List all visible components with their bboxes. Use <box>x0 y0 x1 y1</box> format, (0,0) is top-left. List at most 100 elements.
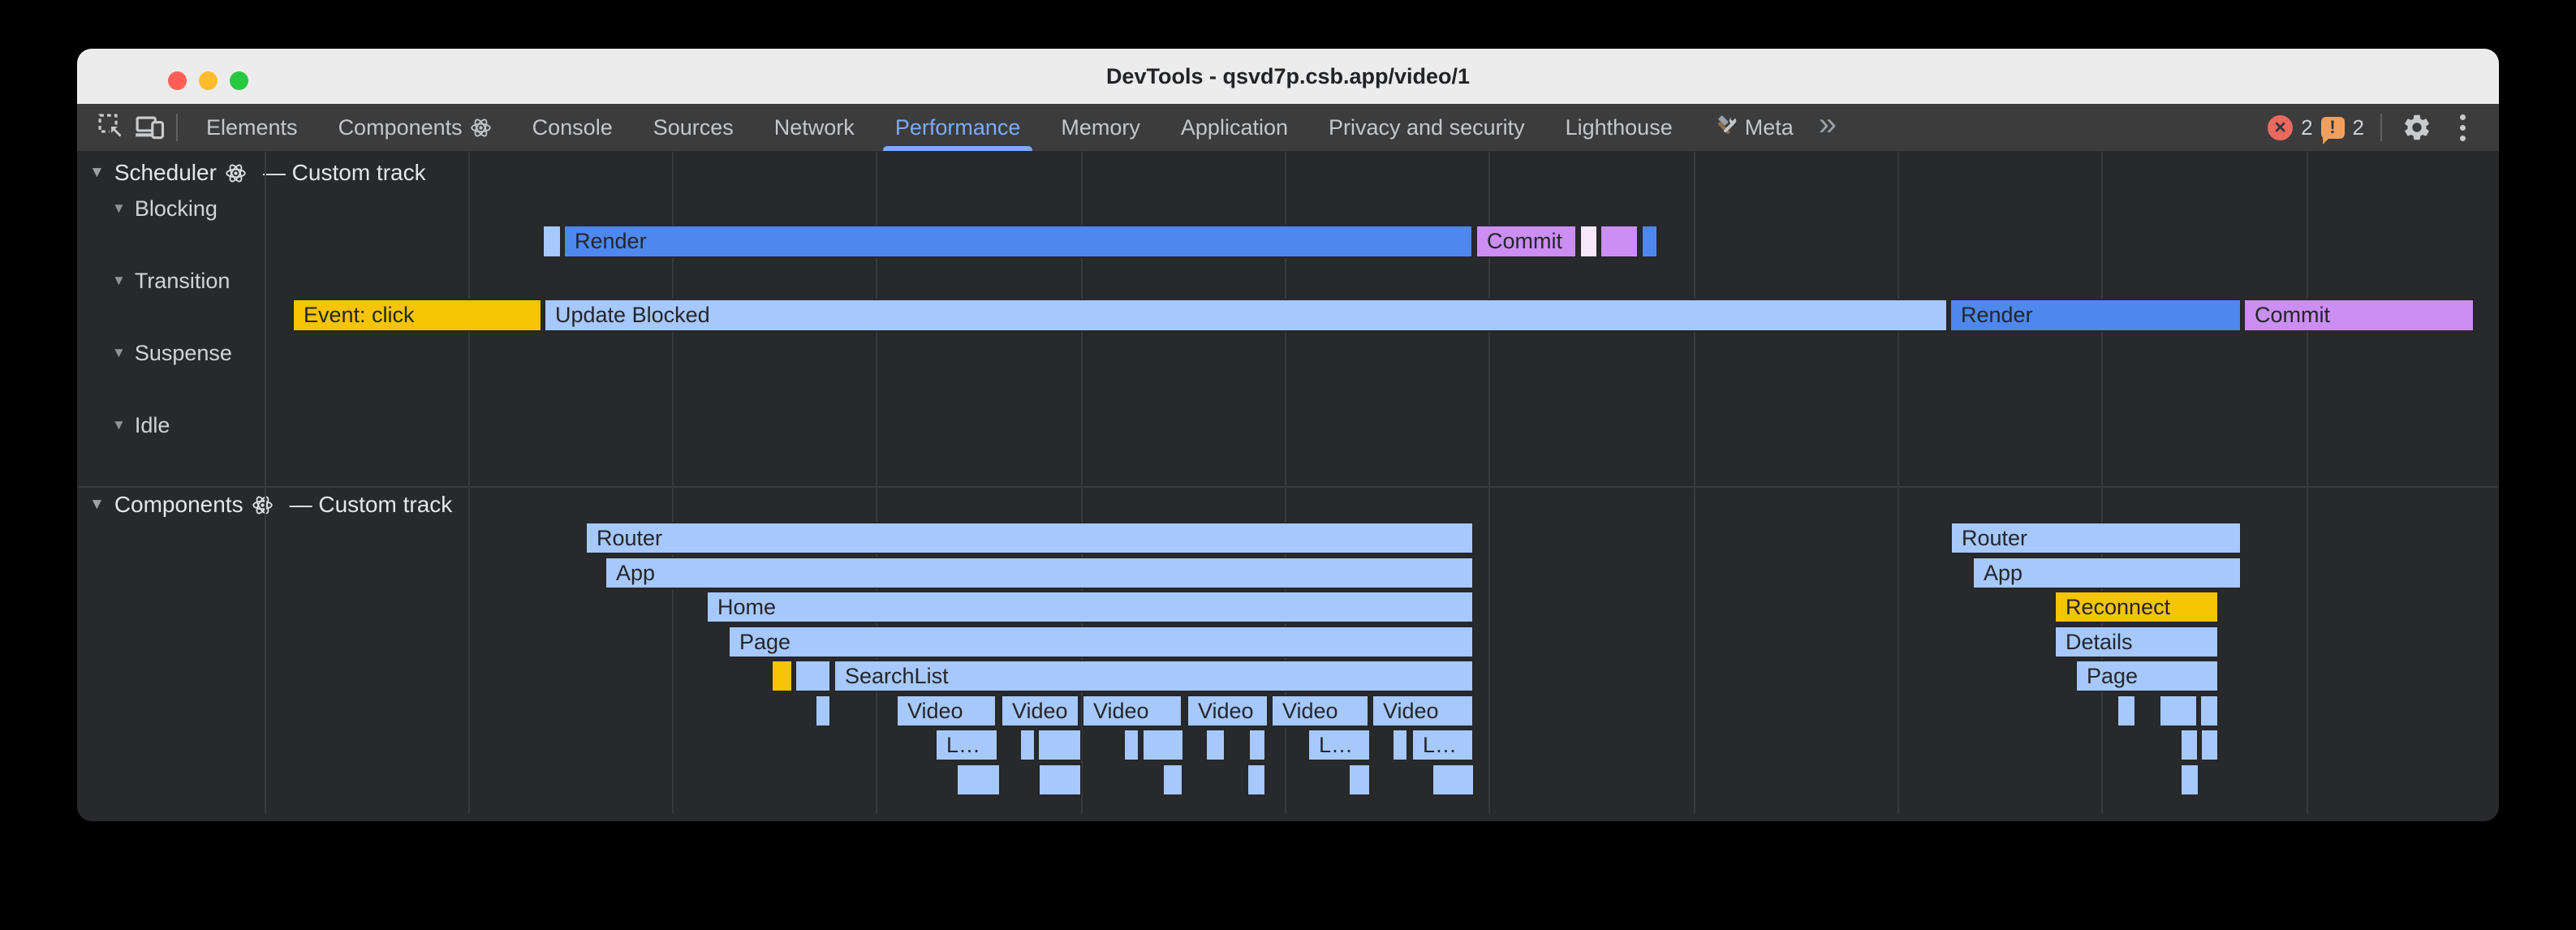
flame-bar[interactable] <box>1248 729 1266 761</box>
bar-l[interactable]: L… <box>935 729 998 761</box>
bar-commit[interactable]: Commit <box>1475 225 1577 258</box>
bar-label: Details <box>2056 630 2133 655</box>
flame-bar[interactable] <box>2199 695 2219 727</box>
flame-bar[interactable] <box>956 764 1001 796</box>
flame-bar[interactable] <box>1142 729 1184 761</box>
gridline <box>1694 152 1695 813</box>
bar-video[interactable]: Video <box>1082 695 1182 727</box>
bar-label: Render <box>1951 303 2033 328</box>
bar-searchlist[interactable]: SearchList <box>834 660 1474 692</box>
lane-label: Blocking <box>135 196 218 222</box>
flame-bar[interactable] <box>1579 225 1598 258</box>
bar-label: Event: click <box>294 303 415 328</box>
flame-bar[interactable] <box>795 660 831 692</box>
bar-label: L… <box>1309 733 1353 758</box>
bar-label: Video <box>1273 699 1338 724</box>
collapse-triangle-icon[interactable]: ▼ <box>112 200 126 217</box>
flame-bar[interactable] <box>2180 729 2199 761</box>
track-section-divider <box>78 486 2498 488</box>
flame-bar[interactable] <box>1348 764 1371 796</box>
bar-label: Reconnect <box>2056 595 2170 620</box>
bar-label: Page <box>730 630 790 655</box>
react-atom-icon <box>252 494 274 516</box>
bar-label: L… <box>1413 733 1457 758</box>
collapse-triangle-icon[interactable]: ▼ <box>112 345 126 361</box>
flame-bar[interactable] <box>1162 764 1183 796</box>
flame-bar[interactable] <box>1038 764 1082 796</box>
bar-render[interactable]: Render <box>563 225 1473 258</box>
bar-page[interactable]: Page <box>728 626 1474 658</box>
flame-bar[interactable] <box>1600 225 1639 258</box>
lane-label-idle[interactable]: ▼ Idle <box>112 412 170 438</box>
bar-event-click[interactable]: Event: click <box>292 299 542 332</box>
flame-bar[interactable] <box>1019 729 1036 761</box>
timeline-canvas: ▼ Scheduler — Custom track ▼ Components <box>77 49 2499 821</box>
collapse-triangle-icon[interactable]: ▼ <box>112 417 126 433</box>
lane-label-suspense[interactable]: ▼ Suspense <box>112 340 232 366</box>
collapse-triangle-icon[interactable]: ▼ <box>89 496 105 514</box>
bar-video[interactable]: Video <box>896 695 997 727</box>
bar-label: Video <box>1002 699 1068 724</box>
bar-label: Commit <box>2245 303 2330 328</box>
lane-label: Idle <box>135 413 170 438</box>
track-title: Scheduler <box>114 160 217 186</box>
bar-video[interactable]: Video <box>1372 695 1474 727</box>
bar-router[interactable]: Router <box>585 522 1474 554</box>
bar-label: App <box>1974 561 2022 586</box>
bar-page[interactable]: Page <box>2075 660 2219 692</box>
lane-label: Transition <box>135 269 230 294</box>
bar-home[interactable]: Home <box>706 591 1474 623</box>
bar-details[interactable]: Details <box>2054 626 2219 658</box>
bar-l[interactable]: L… <box>1411 729 1474 761</box>
flame-bar[interactable] <box>1205 729 1226 761</box>
track-title: Components <box>114 492 243 518</box>
gridline <box>265 152 266 813</box>
flame-bar[interactable] <box>2159 695 2198 727</box>
bar-reconnect[interactable]: Reconnect <box>2054 591 2219 623</box>
flame-bar[interactable] <box>2180 764 2199 796</box>
track-subtitle: — Custom track <box>290 492 453 518</box>
bar-label: Router <box>1952 526 2027 551</box>
bar-label: Page <box>2077 664 2138 689</box>
bar-label: SearchList <box>835 664 949 689</box>
bar-router[interactable]: Router <box>1950 522 2242 554</box>
bar-label: Video <box>898 699 963 724</box>
collapse-triangle-icon[interactable]: ▼ <box>112 273 126 289</box>
flame-bar[interactable] <box>2117 695 2136 727</box>
flame-bar[interactable] <box>1123 729 1139 761</box>
bar-update-blocked[interactable]: Update Blocked <box>544 299 1948 332</box>
flame-bar[interactable] <box>1247 764 1266 796</box>
flame-bar[interactable] <box>2200 729 2219 761</box>
flame-bar[interactable] <box>771 660 793 692</box>
track-subtitle: — Custom track <box>263 160 426 186</box>
flame-bar[interactable] <box>1641 225 1658 258</box>
lane-label-blocking[interactable]: ▼ Blocking <box>112 196 218 222</box>
lane-label-transition[interactable]: ▼ Transition <box>112 268 230 294</box>
bar-video[interactable]: Video <box>1187 695 1269 727</box>
flame-bar[interactable] <box>1432 764 1475 796</box>
bar-label: L… <box>937 733 980 758</box>
bar-app[interactable]: App <box>605 557 1474 589</box>
flame-bar[interactable] <box>542 225 562 258</box>
bar-label: Render <box>565 229 647 254</box>
flame-bar[interactable] <box>1037 729 1082 761</box>
bar-label: Commit <box>1477 229 1562 254</box>
bar-label: Video <box>1188 699 1254 724</box>
bar-label: Video <box>1373 699 1439 724</box>
react-atom-icon <box>225 162 247 184</box>
bar-video[interactable]: Video <box>1001 695 1079 727</box>
components-track-header[interactable]: ▼ Components — Custom track <box>89 491 452 519</box>
bar-app[interactable]: App <box>1972 557 2242 589</box>
flame-bar[interactable] <box>1392 729 1408 761</box>
bar-video[interactable]: Video <box>1271 695 1369 727</box>
lane-label: Suspense <box>135 341 232 366</box>
devtools-window: DevTools - qsvd7p.csb.app/video/1 Elemen… <box>77 49 2499 821</box>
gridline <box>2307 152 2308 813</box>
bar-render[interactable]: Render <box>1949 299 2242 332</box>
scheduler-track-header[interactable]: ▼ Scheduler — Custom track <box>89 159 426 187</box>
collapse-triangle-icon[interactable]: ▼ <box>89 164 105 182</box>
flame-bar[interactable] <box>815 695 831 727</box>
bar-l[interactable]: L… <box>1307 729 1371 761</box>
bar-commit[interactable]: Commit <box>2243 299 2475 332</box>
bar-label: App <box>606 561 655 586</box>
